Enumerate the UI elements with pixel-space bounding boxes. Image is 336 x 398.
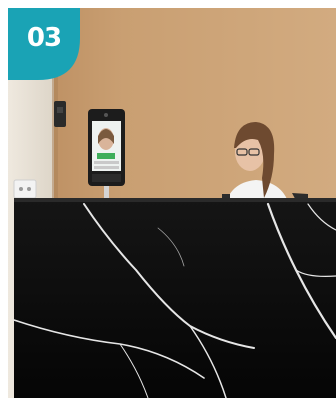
wall-sensor-icon (54, 101, 66, 127)
step-number-badge: 03 (26, 23, 62, 53)
marble-counter (13, 198, 336, 398)
photo-frame: 03 (8, 8, 336, 398)
wall-outlet-icon (13, 179, 37, 199)
